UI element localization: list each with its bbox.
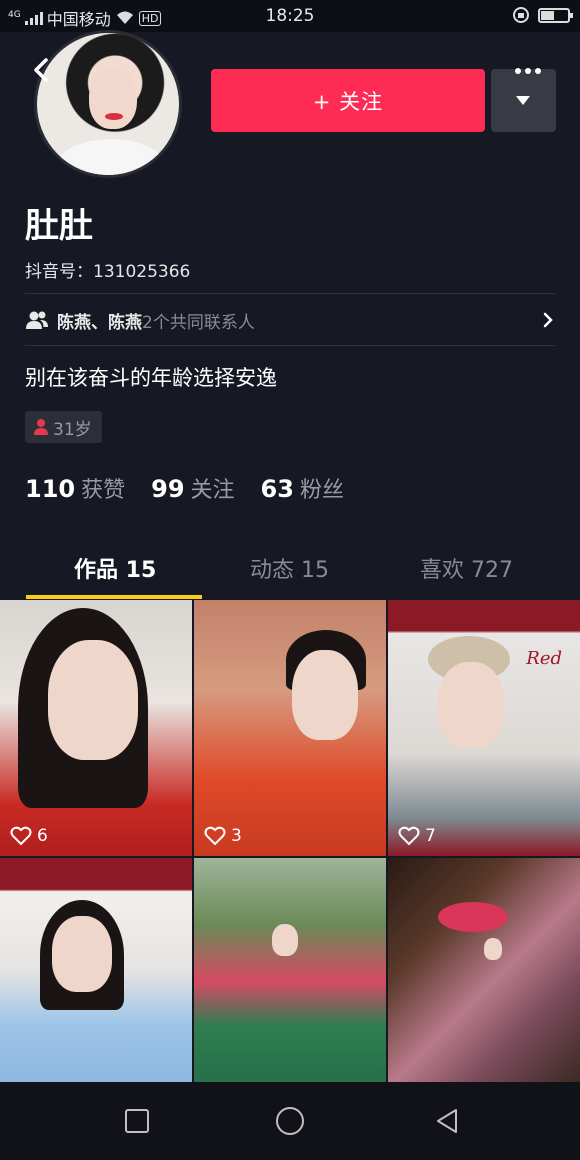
more-dots-icon	[515, 68, 521, 74]
tab-likes[interactable]: 喜欢 727	[420, 552, 513, 584]
nickname: 肚肚	[25, 206, 93, 246]
like-count: 6	[10, 826, 48, 846]
heart-outline-icon	[204, 826, 226, 846]
back-button[interactable]	[26, 52, 56, 88]
divider-top	[25, 293, 555, 294]
system-nav-bar	[0, 1082, 580, 1160]
bio-signature: 别在该奋斗的年龄选择安逸	[25, 366, 277, 390]
portrait-face	[292, 650, 358, 740]
back-triangle-icon[interactable]	[434, 1107, 460, 1135]
video-thumbnail[interactable]: Red 7	[388, 600, 580, 856]
douyin-id-label: 抖音号：	[25, 262, 93, 282]
mutual-contacts-row[interactable]: 陈燕、陈燕 2个共同联系人	[25, 300, 555, 340]
stat-number: 63	[260, 475, 294, 503]
stat-label: 获赞	[81, 478, 126, 503]
stat-following[interactable]: 99 关注	[151, 472, 234, 504]
heart-outline-icon	[10, 826, 32, 846]
heart-outline-icon	[398, 826, 420, 846]
stat-label: 关注	[190, 478, 235, 503]
people-icon	[26, 311, 48, 329]
stat-likes[interactable]: 110 获赞	[25, 472, 125, 504]
video-grid: 6 3 Red 7	[0, 600, 580, 1082]
tab-active-indicator	[26, 595, 202, 599]
home-icon[interactable]	[276, 1107, 304, 1135]
video-thumbnail[interactable]: 6	[0, 600, 192, 856]
stat-number: 99	[151, 475, 185, 503]
douyin-id-value: 131025366	[93, 262, 191, 282]
avatar-face	[89, 69, 137, 129]
video-thumbnail[interactable]	[194, 858, 386, 1082]
stat-followers[interactable]: 63 粉丝	[261, 472, 344, 504]
mutual-contact-names: 陈燕、陈燕	[57, 312, 142, 333]
video-overlay-text: Red	[526, 648, 562, 669]
portrait-face	[52, 916, 112, 992]
recent-apps-icon[interactable]	[125, 1109, 149, 1133]
portrait-face	[272, 924, 298, 956]
status-bar: 4G 中国移动 HD 18:25	[0, 0, 580, 32]
divider-bottom	[25, 345, 555, 346]
stats-row: 110 获赞 99 关注 63 粉丝	[25, 472, 344, 504]
person-icon	[34, 419, 48, 435]
avatar-lips	[105, 113, 123, 120]
status-right	[512, 6, 573, 24]
stat-number: 110	[25, 475, 76, 503]
mutual-contact-count: 2个共同联系人	[142, 312, 255, 333]
more-button[interactable]	[508, 56, 548, 86]
video-thumbnail[interactable]: 3	[194, 600, 386, 856]
video-thumbnail[interactable]	[388, 858, 580, 1082]
content-tabs: 作品 15 动态 15 喜欢 727	[0, 540, 580, 598]
tab-works[interactable]: 作品 15	[74, 552, 156, 584]
age-text: 31岁	[53, 419, 92, 440]
dropdown-triangle-icon	[516, 96, 530, 105]
portrait-face	[48, 640, 138, 760]
follow-button[interactable]: + 关注	[211, 69, 485, 132]
portrait-face	[438, 662, 504, 748]
battery-icon	[538, 7, 573, 23]
portrait-face	[484, 938, 502, 960]
chevron-right-icon	[543, 312, 553, 328]
clock: 18:25	[265, 6, 315, 26]
tab-activity[interactable]: 动态 15	[250, 552, 329, 584]
age-badge: 31岁	[25, 411, 102, 443]
stat-label: 粉丝	[299, 478, 344, 503]
douyin-id: 抖音号：131025366	[25, 257, 190, 282]
like-count: 3	[204, 826, 242, 846]
rotation-lock-icon	[513, 7, 529, 23]
video-thumbnail[interactable]	[0, 858, 192, 1082]
back-arrow-icon	[34, 58, 48, 82]
profile-avatar[interactable]	[34, 30, 182, 178]
like-count: 7	[398, 826, 436, 846]
avatar-clothing	[55, 139, 167, 175]
